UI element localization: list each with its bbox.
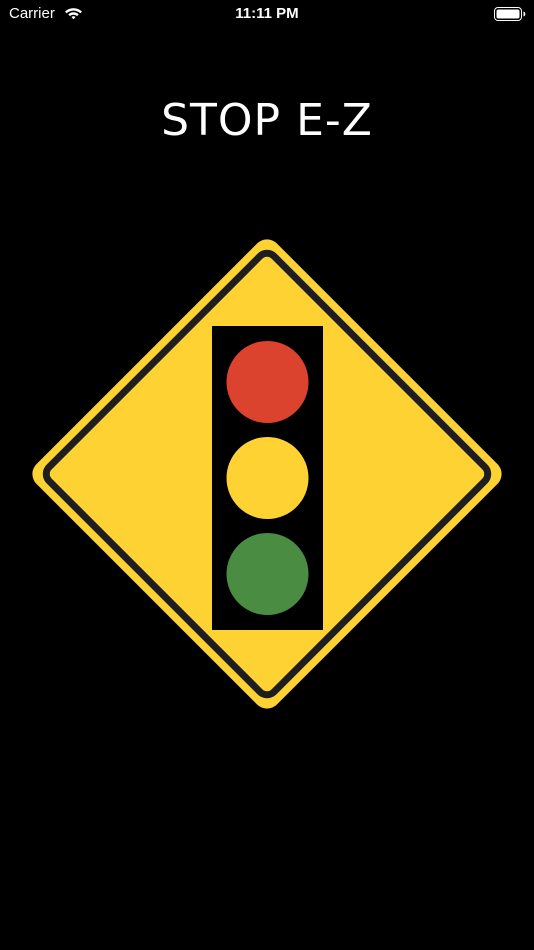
yellow-light <box>226 437 309 519</box>
status-time: 11:11 PM <box>235 5 299 22</box>
status-bar: Carrier 11:11 PM <box>0 0 534 28</box>
traffic-signal-ahead-sign-icon <box>32 239 502 709</box>
app-title: STOP E-Z <box>161 95 373 146</box>
red-light <box>226 341 309 423</box>
battery-icon <box>494 7 526 21</box>
green-light <box>226 533 309 615</box>
